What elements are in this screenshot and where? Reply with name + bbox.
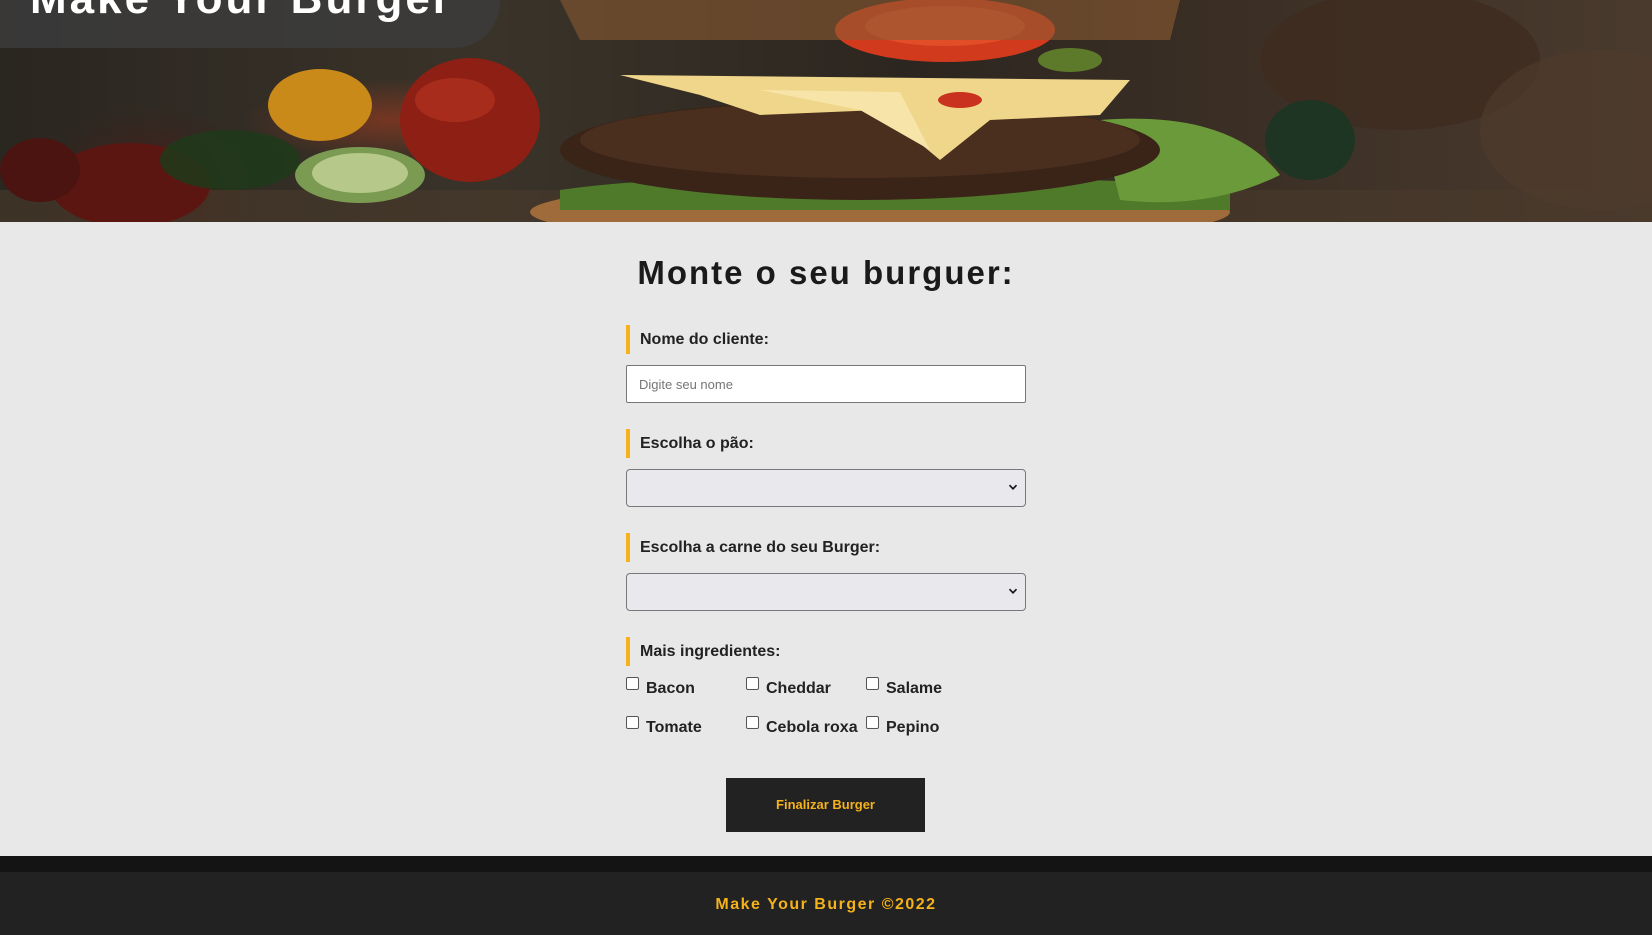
checkbox-label: Bacon — [646, 680, 695, 697]
extra-tomate[interactable]: Tomate — [626, 715, 746, 736]
name-label: Nome do cliente: — [626, 325, 1026, 354]
extra-salame[interactable]: Salame — [866, 676, 986, 697]
extra-cheddar[interactable]: Cheddar — [746, 676, 866, 697]
name-input[interactable] — [626, 365, 1026, 403]
extra-bacon[interactable]: Bacon — [626, 676, 746, 697]
footer-copyright: Make Your Burger ©2022 — [715, 896, 937, 913]
extras-group: Mais ingredientes: Bacon Cheddar Salame … — [626, 637, 1026, 736]
checkbox-label: Salame — [886, 680, 943, 697]
chevron-down-icon — [1008, 484, 1018, 490]
checkbox[interactable] — [866, 677, 879, 690]
extras-label: Mais ingredientes: — [626, 637, 1026, 666]
name-group: Nome do cliente: — [626, 325, 1026, 403]
meat-group: Escolha a carne do seu Burger: — [626, 533, 1026, 611]
main-content: Monte o seu burguer: Nome do cliente: Es… — [0, 222, 1652, 856]
page-title: Monte o seu burguer: — [637, 254, 1015, 291]
burger-form: Nome do cliente: Escolha o pão: Escolha … — [626, 325, 1026, 736]
checkbox-label: Cheddar — [766, 680, 831, 697]
checkbox[interactable] — [866, 716, 879, 729]
extra-cebola-roxa[interactable]: Cebola roxa — [746, 715, 866, 736]
checkbox-label: Tomate — [646, 719, 702, 736]
bread-select[interactable] — [626, 469, 1026, 507]
bread-label: Escolha o pão: — [626, 429, 1026, 458]
brand-title[interactable]: Make Your Burger — [30, 0, 453, 24]
footer-divider — [0, 856, 1652, 872]
checkbox-label: Cebola roxa — [766, 719, 858, 736]
extra-pepino[interactable]: Pepino — [866, 715, 986, 736]
extras-checklist: Bacon Cheddar Salame Tomate Cebola roxa — [626, 676, 1026, 736]
checkbox-label: Pepino — [886, 719, 940, 736]
chevron-down-icon — [1008, 588, 1018, 594]
footer: Make Your Burger ©2022 — [0, 872, 1652, 935]
checkbox[interactable] — [626, 677, 639, 690]
checkbox[interactable] — [746, 677, 759, 690]
meat-label: Escolha a carne do seu Burger: — [626, 533, 1026, 562]
finalize-burger-button[interactable]: Finalizar Burger — [726, 778, 925, 832]
checkbox[interactable] — [626, 716, 639, 729]
hero-banner: Make Your Burger — [0, 0, 1652, 222]
meat-select[interactable] — [626, 573, 1026, 611]
bread-group: Escolha o pão: — [626, 429, 1026, 507]
checkbox[interactable] — [746, 716, 759, 729]
